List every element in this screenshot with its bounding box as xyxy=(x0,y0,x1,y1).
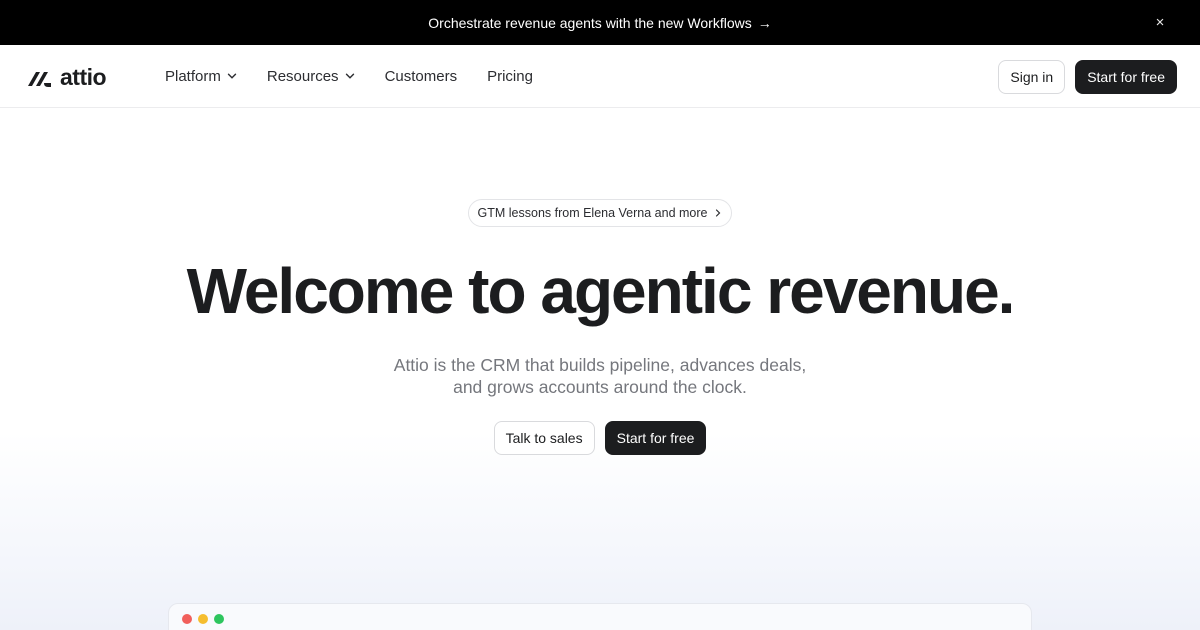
window-maximize-dot xyxy=(214,614,224,624)
talk-to-sales-button[interactable]: Talk to sales xyxy=(493,421,595,455)
hero-headline: Welcome to agentic revenue. xyxy=(186,255,1016,327)
announcement-link[interactable]: Orchestrate revenue agents with the new … xyxy=(428,15,771,31)
pill-text: GTM lessons from Elena Verna and more xyxy=(477,206,708,220)
close-icon[interactable]: × xyxy=(1150,12,1170,32)
top-navigation: attio Platform Resources Customers Prici… xyxy=(0,45,1200,108)
nav-item-label: Resources xyxy=(266,67,339,85)
nav-actions: Sign in Start for free xyxy=(998,60,1177,94)
chevron-right-icon xyxy=(716,209,721,217)
nav-item-label: Platform xyxy=(165,67,221,85)
window-minimize-dot xyxy=(198,614,208,624)
arrow-right-icon: → xyxy=(757,14,772,31)
nav-item-label: Pricing xyxy=(487,67,533,85)
attio-logo[interactable]: attio xyxy=(26,64,107,91)
announcement-bar: Orchestrate revenue agents with the new … xyxy=(0,0,1200,45)
sign-in-button[interactable]: Sign in xyxy=(998,60,1066,94)
announcement-text: Orchestrate revenue agents with the new … xyxy=(428,14,752,31)
chevron-down-icon xyxy=(345,73,354,79)
nav-menu: Platform Resources Customers Pricing xyxy=(165,65,563,87)
nav-item-resources[interactable]: Resources xyxy=(267,65,355,87)
announcement-pill[interactable]: GTM lessons from Elena Verna and more xyxy=(468,199,732,227)
hero-start-for-free-button[interactable]: Start for free xyxy=(604,421,707,455)
nav-item-platform[interactable]: Platform xyxy=(165,65,237,87)
hero-cta-group: Talk to sales Start for free xyxy=(0,421,1200,455)
attio-logo-icon xyxy=(28,71,51,87)
product-preview-window xyxy=(168,603,1032,630)
chevron-down-icon xyxy=(227,73,237,79)
window-close-dot xyxy=(182,614,192,624)
hero-subtitle: Attio is the CRM that builds pipeline, a… xyxy=(393,355,807,397)
nav-item-label: Customers xyxy=(384,67,458,85)
window-controls xyxy=(182,614,224,624)
logo-wordmark: attio xyxy=(60,64,107,90)
nav-item-customers[interactable]: Customers xyxy=(385,65,458,87)
nav-item-pricing[interactable]: Pricing xyxy=(487,65,533,87)
start-for-free-button[interactable]: Start for free xyxy=(1075,60,1177,94)
